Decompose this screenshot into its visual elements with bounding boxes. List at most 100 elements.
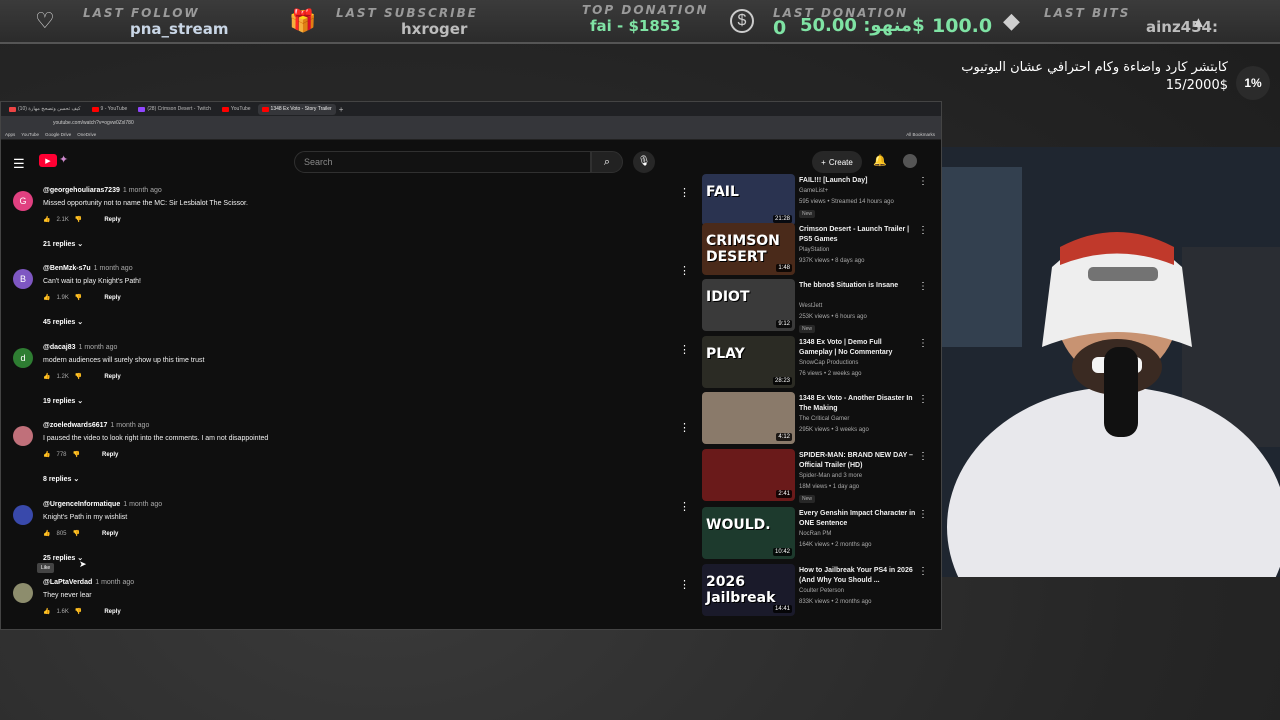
comment-age[interactable]: 1 month ago: [79, 344, 118, 351]
avatar[interactable]: [13, 426, 33, 446]
dislike-icon[interactable]: 👎: [75, 216, 82, 223]
avatar[interactable]: [13, 505, 33, 525]
comment-author[interactable]: @georgehouliaras7239 1 month ago: [43, 187, 162, 194]
more-options-icon[interactable]: ⋮: [918, 225, 928, 236]
more-options-icon[interactable]: ⋮: [679, 421, 690, 434]
author-handle[interactable]: @georgehouliaras7239: [43, 187, 120, 194]
video-card[interactable]: PLAY 28:23 1348 Ex Voto | Demo Full Game…: [701, 336, 941, 392]
video-card[interactable]: IDIOT 9:12 The bbno$ Situation is Insane…: [701, 279, 941, 335]
all-bookmarks[interactable]: All Bookmarks: [906, 132, 935, 137]
avatar[interactable]: G: [13, 191, 33, 211]
more-options-icon[interactable]: ⋮: [918, 566, 928, 577]
author-handle[interactable]: @dacaj83: [43, 344, 76, 351]
bookmark-item[interactable]: Apps: [5, 132, 15, 137]
comment-age[interactable]: 1 month ago: [95, 579, 134, 586]
browser-tab-active[interactable]: 1348 Ex Voto - Story Trailer: [257, 103, 336, 115]
more-options-icon[interactable]: ⋮: [679, 578, 690, 591]
browser-tab[interactable]: YouTube: [218, 104, 255, 115]
video-title[interactable]: The bbno$ Situation is Insane: [799, 281, 917, 291]
more-options-icon[interactable]: ⋮: [918, 509, 928, 520]
video-thumbnail[interactable]: WOULD. 10:42: [702, 507, 795, 559]
account-avatar[interactable]: [903, 154, 917, 168]
video-card[interactable]: CRIMSON DESERT 1:48 Crimson Desert - Lau…: [701, 223, 941, 279]
browser-tab[interactable]: (28) Crimson Desert - Twitch: [134, 104, 215, 115]
video-card[interactable]: 2:41 SPIDER-MAN: BRAND NEW DAY – Officia…: [701, 449, 941, 505]
search-input[interactable]: Search: [294, 151, 591, 173]
bookmark-item[interactable]: Google Drive: [45, 132, 71, 137]
more-options-icon[interactable]: ⋮: [918, 451, 928, 462]
dislike-icon[interactable]: 👎: [75, 294, 82, 301]
like-icon[interactable]: 👍: [43, 373, 50, 380]
view-replies-button[interactable]: 45 replies ⌄: [43, 318, 83, 326]
channel-name[interactable]: WestJett: [799, 303, 822, 309]
video-thumbnail[interactable]: 4:12: [702, 392, 795, 444]
author-handle[interactable]: @LaPtaVerdad: [43, 579, 92, 586]
comment-age[interactable]: 1 month ago: [123, 187, 162, 194]
author-handle[interactable]: @zoeledwards6617: [43, 422, 107, 429]
video-card[interactable]: 2026 Jailbreak 14:41 How to Jailbreak Yo…: [701, 564, 941, 620]
like-icon[interactable]: 👍: [43, 608, 50, 615]
channel-name[interactable]: SnowCap Productions: [799, 360, 858, 366]
comment-author[interactable]: @dacaj83 1 month ago: [43, 344, 117, 351]
youtube-logo[interactable]: ▶: [39, 154, 57, 167]
comment-age[interactable]: 1 month ago: [110, 422, 149, 429]
reply-button[interactable]: Reply: [104, 295, 120, 301]
like-icon[interactable]: 👍: [43, 530, 50, 537]
view-replies-button[interactable]: 21 replies ⌄: [43, 240, 83, 248]
video-title[interactable]: 1348 Ex Voto | Demo Full Gameplay | No C…: [799, 338, 917, 358]
address-bar[interactable]: youtube.com/watch?v=ogvw0Zxl780: [1, 116, 941, 130]
menu-icon[interactable]: ☰: [13, 156, 25, 172]
video-card[interactable]: WOULD. 10:42 Every Genshin Impact Charac…: [701, 507, 941, 563]
video-title[interactable]: How to Jailbreak Your PS4 in 2026 (And W…: [799, 566, 917, 586]
comment-author[interactable]: @LaPtaVerdad 1 month ago: [43, 579, 134, 586]
avatar[interactable]: B: [13, 269, 33, 289]
dislike-icon[interactable]: 👎: [75, 373, 82, 380]
bookmark-item[interactable]: YouTube: [21, 132, 39, 137]
channel-name[interactable]: PlayStation: [799, 247, 829, 253]
view-replies-button[interactable]: 25 replies ⌄: [43, 554, 83, 562]
more-options-icon[interactable]: ⋮: [918, 394, 928, 405]
reply-button[interactable]: Reply: [104, 374, 120, 380]
dislike-icon[interactable]: 👎: [73, 451, 80, 458]
video-title[interactable]: Every Genshin Impact Character in ONE Se…: [799, 509, 917, 529]
channel-name[interactable]: The Critical Gamer: [799, 416, 849, 422]
comment-author[interactable]: @UrgenceInformatique 1 month ago: [43, 501, 162, 508]
avatar[interactable]: [13, 583, 33, 603]
video-thumbnail[interactable]: 2026 Jailbreak 14:41: [702, 564, 795, 616]
like-icon[interactable]: 👍: [43, 451, 50, 458]
channel-name[interactable]: Spider-Man and 3 more: [799, 473, 862, 479]
video-title[interactable]: SPIDER-MAN: BRAND NEW DAY – Official Tra…: [799, 451, 917, 471]
create-button[interactable]: + Create: [812, 151, 862, 173]
new-tab-icon[interactable]: +: [339, 105, 344, 114]
dislike-icon[interactable]: 👎: [75, 608, 82, 615]
reply-button[interactable]: Reply: [102, 531, 118, 537]
channel-name[interactable]: Coulter Peterson: [799, 588, 844, 594]
video-title[interactable]: 1348 Ex Voto - Another Disaster In The M…: [799, 394, 917, 414]
more-options-icon[interactable]: ⋮: [918, 338, 928, 349]
video-thumbnail[interactable]: IDIOT 9:12: [702, 279, 795, 331]
voice-search-button[interactable]: 🎙: [633, 151, 655, 173]
dislike-icon[interactable]: 👎: [73, 530, 80, 537]
video-card[interactable]: FAIL 21:28 FAIL!!! [Launch Day] GameList…: [701, 174, 941, 230]
bookmark-item[interactable]: OneDrive: [77, 132, 96, 137]
avatar[interactable]: d: [13, 348, 33, 368]
more-options-icon[interactable]: ⋮: [679, 343, 690, 356]
view-replies-button[interactable]: 19 replies ⌄: [43, 397, 83, 405]
view-replies-button[interactable]: 8 replies ⌄: [43, 475, 79, 483]
more-options-icon[interactable]: ⋮: [679, 500, 690, 513]
video-title[interactable]: Crimson Desert - Launch Trailer | PS5 Ga…: [799, 225, 917, 245]
more-options-icon[interactable]: ⋮: [679, 186, 690, 199]
comment-author[interactable]: @zoeledwards6617 1 month ago: [43, 422, 149, 429]
author-handle[interactable]: @BenMzk-s7u: [43, 265, 91, 272]
video-thumbnail[interactable]: 2:41: [702, 449, 795, 501]
more-options-icon[interactable]: ⋮: [679, 264, 690, 277]
video-thumbnail[interactable]: CRIMSON DESERT 1:48: [702, 223, 795, 275]
video-title[interactable]: FAIL!!! [Launch Day]: [799, 176, 917, 186]
browser-tab[interactable]: 9 - YouTube: [88, 104, 132, 115]
like-icon[interactable]: 👍: [43, 216, 50, 223]
reply-button[interactable]: Reply: [104, 609, 120, 615]
more-options-icon[interactable]: ⋮: [918, 281, 928, 292]
comment-age[interactable]: 1 month ago: [94, 265, 133, 272]
browser-tab[interactable]: (10) كيف تحسن وتصحح مهارة: [5, 104, 85, 115]
comment-age[interactable]: 1 month ago: [123, 501, 162, 508]
